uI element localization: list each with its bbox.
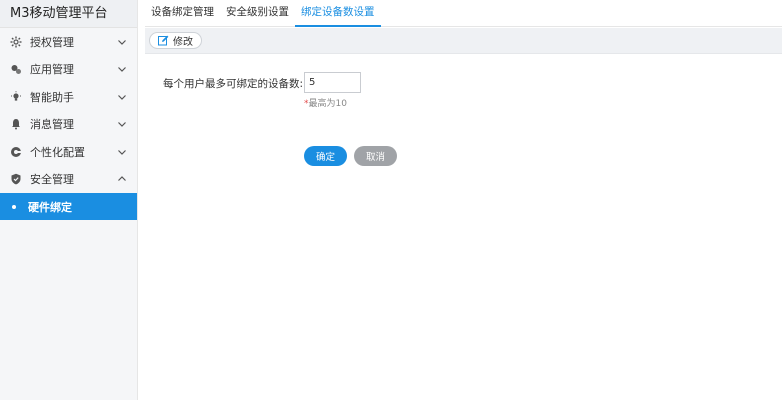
cancel-button[interactable]: 取消 xyxy=(354,146,398,166)
apps-icon xyxy=(10,63,22,75)
tab-bar: 设备绑定管理 安全级别设置 绑定设备数设置 xyxy=(145,0,782,27)
sidebar-item-personalization[interactable]: 个性化配置 xyxy=(0,138,137,166)
bulb-icon xyxy=(10,91,22,103)
max-devices-label: 每个用户最多可绑定的设备数: xyxy=(163,78,304,90)
bell-icon xyxy=(10,118,22,130)
sidebar-item-label: 个性化配置 xyxy=(30,145,85,159)
sidebar-item-label: 安全管理 xyxy=(30,173,74,187)
sidebar: M3移动管理平台 授权管理 应用管理 智能助手 消息管理 个性化配置 安全管理 … xyxy=(0,0,138,400)
max-devices-hint: *最高为10 xyxy=(304,96,347,109)
sidebar-item-messages[interactable]: 消息管理 xyxy=(0,111,137,139)
sidebar-item-security[interactable]: 安全管理 xyxy=(0,166,137,194)
chevron-down-icon xyxy=(117,92,127,102)
edit-button[interactable]: 修改 xyxy=(149,32,202,49)
toolbar: 修改 xyxy=(145,28,782,54)
sidebar-item-authorization[interactable]: 授权管理 xyxy=(0,28,137,56)
shield-icon xyxy=(10,173,22,185)
max-devices-input[interactable] xyxy=(304,72,361,93)
sidebar-item-label: 消息管理 xyxy=(30,118,74,132)
sidebar-subitem-hardware-binding[interactable]: 硬件绑定 xyxy=(0,193,137,220)
chevron-up-icon xyxy=(117,174,127,184)
confirm-button[interactable]: 确定 xyxy=(304,146,348,166)
palette-icon xyxy=(10,146,22,158)
chevron-down-icon xyxy=(117,37,127,47)
sidebar-item-apps[interactable]: 应用管理 xyxy=(0,56,137,84)
tab-security-level-settings[interactable]: 安全级别设置 xyxy=(220,0,295,27)
sidebar-item-label: 应用管理 xyxy=(30,63,74,77)
chevron-down-icon xyxy=(117,119,127,129)
brand-title: M3移动管理平台 xyxy=(0,0,137,28)
gear-icon xyxy=(10,36,22,48)
edit-button-label: 修改 xyxy=(173,37,193,48)
tab-device-binding-management[interactable]: 设备绑定管理 xyxy=(145,0,220,27)
tab-binding-device-count-settings[interactable]: 绑定设备数设置 xyxy=(295,0,381,27)
chevron-down-icon xyxy=(117,147,127,157)
sidebar-item-label: 授权管理 xyxy=(30,35,74,49)
edit-icon xyxy=(158,35,169,46)
sidebar-item-assistant[interactable]: 智能助手 xyxy=(0,83,137,111)
sidebar-subitem-label: 硬件绑定 xyxy=(28,200,72,214)
chevron-down-icon xyxy=(117,64,127,74)
bullet-icon xyxy=(12,204,16,209)
sidebar-item-label: 智能助手 xyxy=(30,90,74,104)
main-content: 每个用户最多可绑定的设备数: *最高为10 确定 取消 xyxy=(145,55,782,400)
hint-text: 最高为10 xyxy=(308,99,347,109)
